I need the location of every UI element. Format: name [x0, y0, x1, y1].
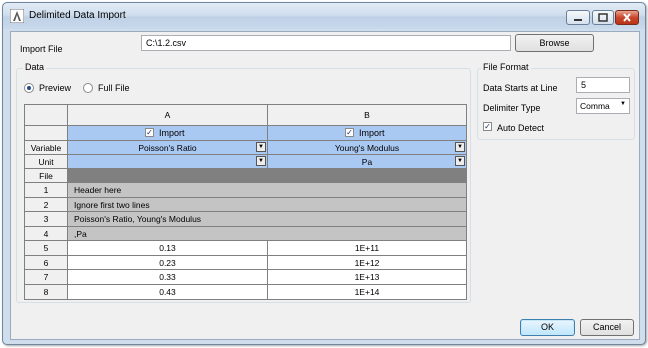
row-number: 6 [25, 256, 68, 270]
row-header-import [25, 126, 68, 141]
row-header-variable: Variable [25, 141, 68, 155]
full-file-label: Full File [98, 83, 130, 93]
delimiter-value: Comma [580, 101, 610, 111]
table-row: Ignore first two lines [68, 198, 467, 212]
data-cell-a[interactable]: 0.23 [68, 256, 268, 270]
grid-corner [25, 105, 68, 126]
unit-value-b: Pa [361, 157, 373, 167]
chevron-down-icon[interactable]: ▼ [256, 142, 266, 152]
app-logo-icon [10, 9, 24, 23]
auto-detect-checkbox[interactable]: ✓ [483, 122, 492, 131]
delimiter-select[interactable]: Comma ▼ [576, 98, 630, 114]
chevron-down-icon[interactable]: ▼ [256, 156, 266, 166]
table-row: Poisson's Ratio, Young's Modulus [68, 212, 467, 227]
row-header-unit: Unit [25, 155, 68, 169]
import-label-a: Import [159, 128, 185, 138]
delimiter-label: Delimiter Type [483, 103, 541, 113]
maximize-button[interactable] [592, 10, 614, 25]
ok-button[interactable]: OK [520, 319, 575, 336]
row-header-file: File [25, 169, 68, 183]
file-format-title: File Format [481, 62, 531, 72]
row-number: 8 [25, 285, 68, 300]
row-number: 3 [25, 212, 68, 227]
variable-dropdown-a[interactable]: Poisson's Ratio ▼ [68, 141, 268, 155]
preview-radio[interactable] [24, 83, 34, 93]
data-cell-b[interactable]: 1E+13 [268, 270, 467, 285]
column-header-b[interactable]: B [268, 105, 467, 126]
data-group-title: Data [23, 62, 47, 72]
row-number: 4 [25, 227, 68, 241]
start-line-input[interactable]: 5 [576, 77, 630, 93]
file-row-separator [68, 169, 467, 183]
auto-detect-label: Auto Detect [497, 123, 545, 133]
row-number: 2 [25, 198, 68, 212]
minimize-button[interactable] [566, 10, 590, 25]
unit-dropdown-a[interactable]: ▼ [68, 155, 268, 169]
data-grid: A B ✓ Import ✓ Import Variable Poisson's… [24, 104, 467, 300]
variable-value-b: Young's Modulus [334, 143, 400, 153]
title-bar[interactable]: Delimited Data Import [3, 3, 645, 29]
dialog-window: Delimited Data Import Import File C:\1.2… [2, 2, 646, 345]
full-file-radio[interactable] [83, 83, 93, 93]
chevron-down-icon[interactable]: ▼ [455, 156, 465, 166]
column-header-a[interactable]: A [68, 105, 268, 126]
preview-label: Preview [39, 83, 72, 93]
start-line-label: Data Starts at Line [483, 83, 558, 93]
chevron-down-icon[interactable]: ▼ [455, 142, 465, 152]
row-number: 5 [25, 241, 68, 256]
data-cell-a[interactable]: 0.33 [68, 270, 268, 285]
import-label-b: Import [359, 128, 385, 138]
chevron-down-icon: ▼ [620, 101, 626, 107]
row-number: 1 [25, 183, 68, 198]
unit-dropdown-b[interactable]: Pa ▼ [268, 155, 467, 169]
browse-button[interactable]: Browse [515, 34, 594, 52]
import-file-input[interactable]: C:\1.2.csv [141, 35, 511, 51]
table-row: ,Pa [68, 227, 467, 241]
row-number: 7 [25, 270, 68, 285]
import-file-label: Import File [20, 44, 63, 54]
data-cell-a[interactable]: 0.43 [68, 285, 268, 300]
import-cell-b: ✓ Import [268, 126, 467, 141]
data-cell-a[interactable]: 0.13 [68, 241, 268, 256]
dialog-body: Import File C:\1.2.csv Browse Data Previ… [10, 31, 640, 340]
import-cell-a: ✓ Import [68, 126, 268, 141]
cancel-button[interactable]: Cancel [580, 319, 634, 336]
close-icon [623, 13, 631, 22]
table-row: Header here [68, 183, 467, 198]
variable-value-a: Poisson's Ratio [138, 143, 197, 153]
data-cell-b[interactable]: 1E+11 [268, 241, 467, 256]
data-cell-b[interactable]: 1E+14 [268, 285, 467, 300]
close-button[interactable] [615, 10, 639, 25]
import-checkbox-b[interactable]: ✓ [345, 128, 354, 137]
window-title: Delimited Data Import [29, 10, 126, 21]
variable-dropdown-b[interactable]: Young's Modulus ▼ [268, 141, 467, 155]
maximize-icon [598, 13, 608, 22]
data-cell-b[interactable]: 1E+12 [268, 256, 467, 270]
minimize-icon [574, 19, 582, 21]
import-checkbox-a[interactable]: ✓ [145, 128, 154, 137]
